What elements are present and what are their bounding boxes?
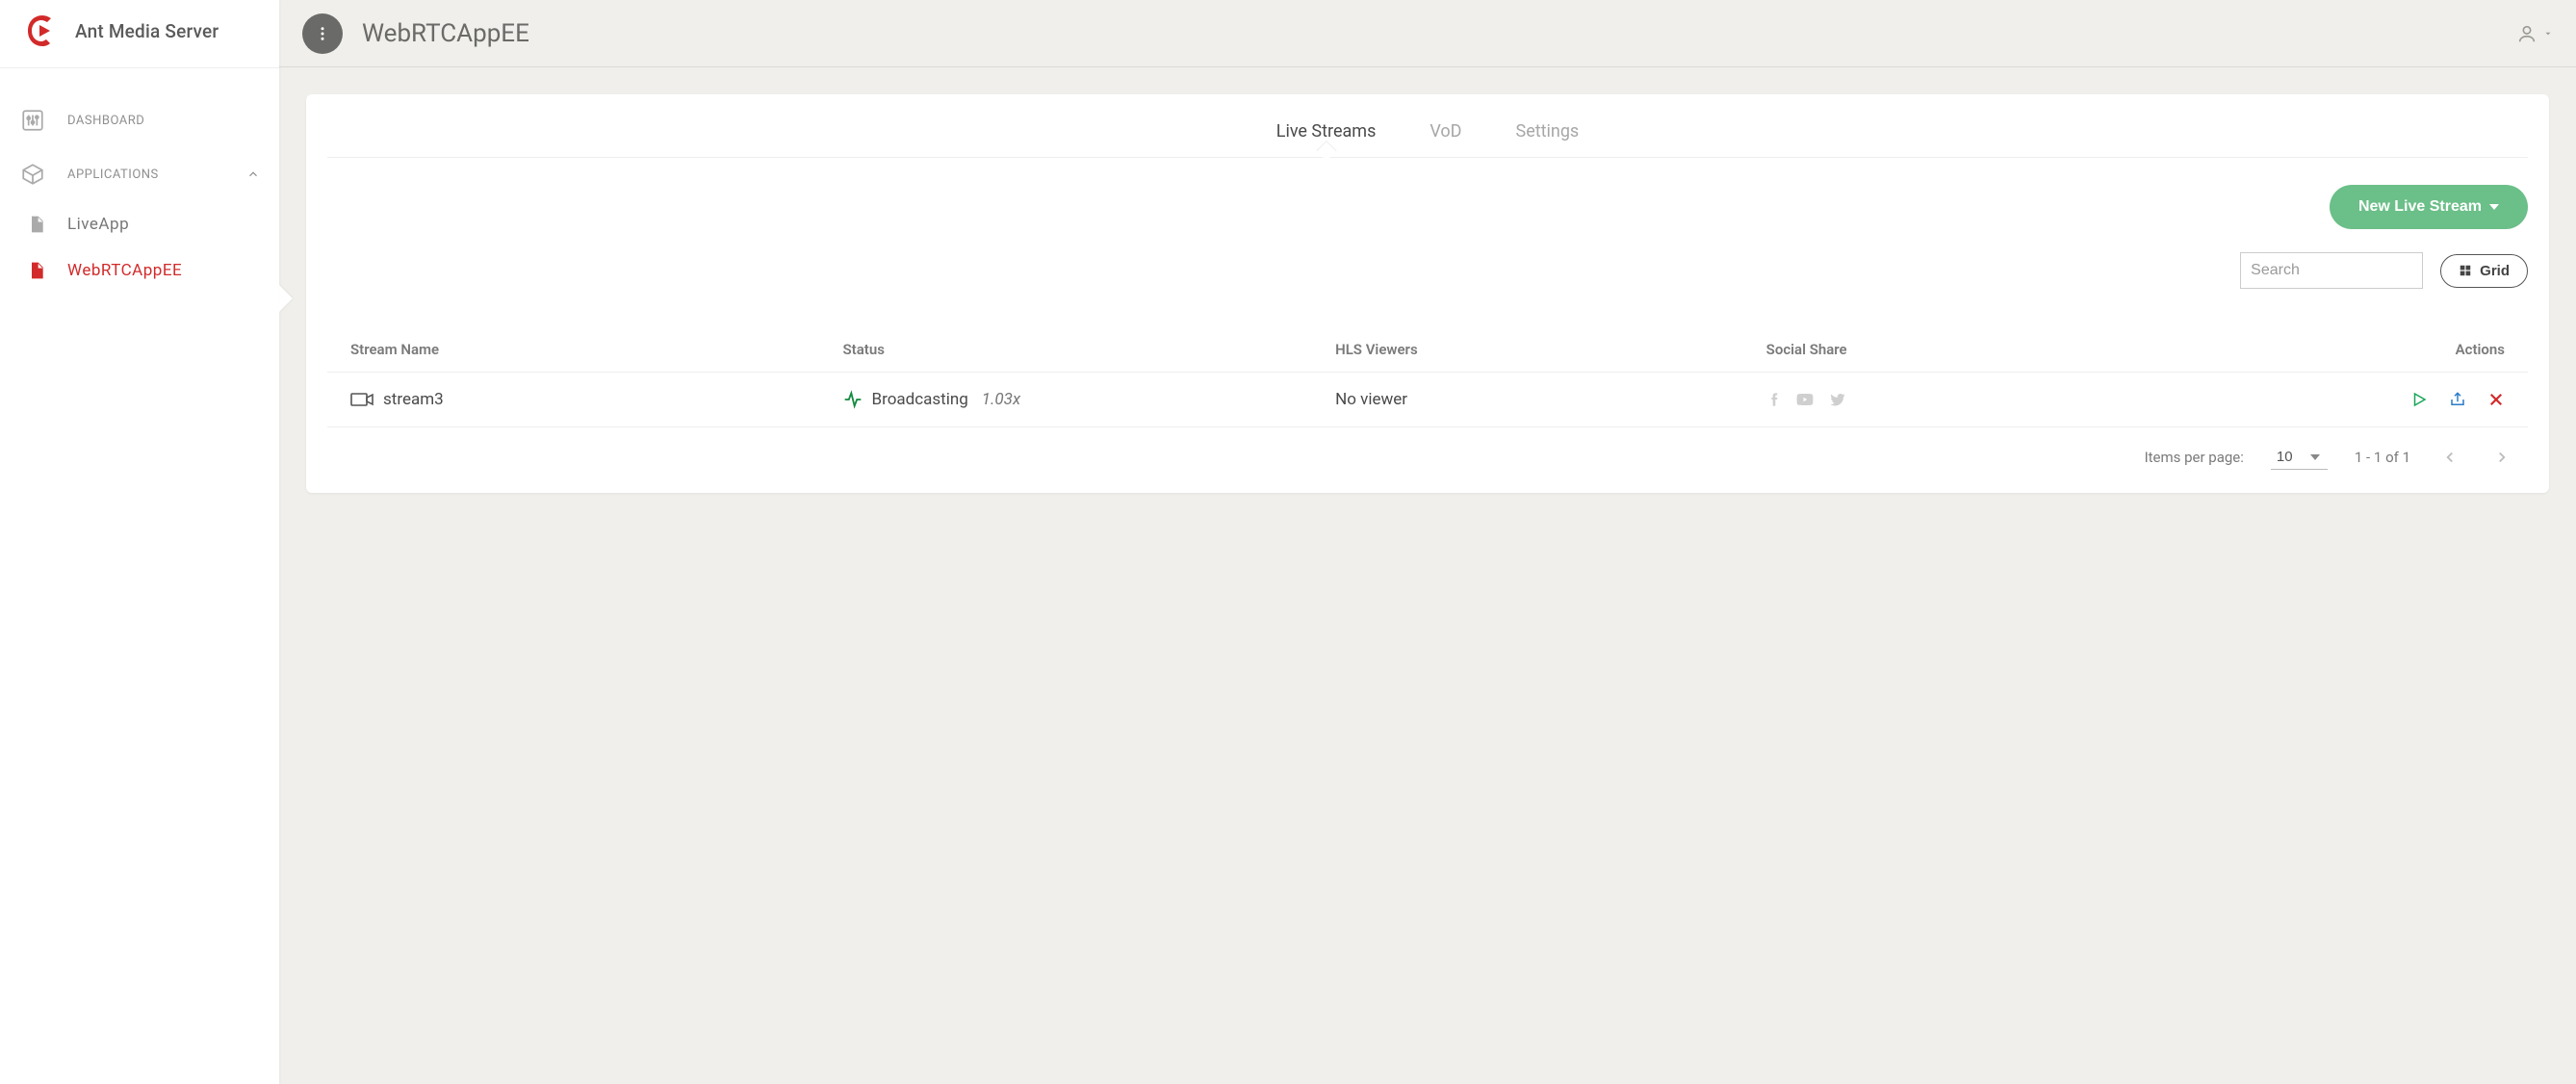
items-per-page-label: Items per page: (2145, 449, 2244, 466)
streams-table: Stream Name Status HLS Viewers Social Sh… (327, 327, 2528, 427)
facebook-icon[interactable] (1766, 391, 1782, 408)
sidebar-item-label: LiveApp (67, 215, 129, 234)
tab-vod[interactable]: VoD (1430, 121, 1461, 142)
new-live-stream-button[interactable]: New Live Stream (2330, 185, 2528, 229)
share-icon[interactable] (2449, 391, 2466, 408)
pager-next-button[interactable] (2489, 445, 2514, 470)
pager-prev-button[interactable] (2437, 445, 2462, 470)
cell-social-share (1766, 391, 2198, 408)
sidebar-item-liveapp[interactable]: LiveApp (23, 201, 260, 247)
user-icon (2516, 23, 2537, 44)
camera-icon (350, 390, 374, 409)
sidebar-item-applications[interactable]: APPLICATIONS (19, 147, 260, 201)
menu-button[interactable] (302, 13, 343, 54)
sidebar-item-dashboard[interactable]: DASHBOARD (19, 93, 260, 147)
cell-status: Broadcasting 1.03x (843, 390, 1336, 409)
col-stream-name: Stream Name (350, 341, 843, 358)
page-title: WebRTCAppEE (362, 19, 529, 48)
col-actions: Actions (2197, 341, 2505, 358)
sidebar-item-label: DASHBOARD (67, 114, 144, 128)
caret-down-icon (2543, 29, 2553, 39)
delete-icon[interactable] (2487, 391, 2505, 408)
tab-live-streams[interactable]: Live Streams (1276, 121, 1377, 142)
play-icon[interactable] (2410, 391, 2428, 408)
active-indicator-arrow (279, 285, 293, 312)
chevron-up-icon (246, 168, 260, 181)
twitter-icon[interactable] (1828, 391, 1847, 408)
table-row: stream3 Broadcasting 1.03x No viewer (327, 373, 2528, 427)
sidebar-nav: DASHBOARD APPLICATIONS (0, 86, 279, 301)
caret-down-icon (2489, 204, 2499, 210)
tab-settings[interactable]: Settings (1516, 121, 1580, 142)
search-input[interactable] (2240, 252, 2423, 289)
sidebar-header: Ant Media Server (0, 0, 279, 68)
tabs: Live Streams VoD Settings (327, 112, 2528, 158)
pager-range: 1 - 1 of 1 (2355, 449, 2410, 466)
grid-icon (2459, 264, 2472, 277)
cell-viewers: No viewer (1335, 390, 1766, 409)
sidebar: Ant Media Server DASHBOARD (0, 0, 279, 1084)
activity-icon (843, 390, 863, 409)
document-icon (23, 257, 50, 284)
chevron-left-icon (2441, 449, 2459, 466)
document-icon (23, 211, 50, 238)
brand-title: Ant Media Server (75, 20, 219, 42)
user-menu[interactable] (2516, 23, 2553, 44)
pager: Items per page: 10 1 - 1 of 1 (327, 445, 2528, 470)
grid-view-button[interactable]: Grid (2440, 254, 2528, 288)
col-social-share: Social Share (1766, 341, 2198, 358)
dots-vertical-icon (314, 25, 331, 42)
cell-actions (2197, 391, 2505, 408)
sidebar-item-label: APPLICATIONS (67, 168, 159, 182)
col-status: Status (843, 341, 1336, 358)
box-icon (19, 161, 46, 188)
logo-icon (23, 12, 62, 50)
sliders-icon (19, 107, 46, 134)
youtube-icon[interactable] (1795, 391, 1815, 408)
table-header: Stream Name Status HLS Viewers Social Sh… (327, 327, 2528, 373)
items-per-page-select[interactable]: 10 (2271, 445, 2328, 470)
topbar: WebRTCAppEE (279, 0, 2576, 67)
col-hls-viewers: HLS Viewers (1335, 341, 1766, 358)
cell-stream-name[interactable]: stream3 (350, 390, 843, 409)
main-card: Live Streams VoD Settings New Live Strea… (306, 94, 2549, 493)
chevron-right-icon (2493, 449, 2511, 466)
sidebar-item-label: WebRTCAppEE (67, 261, 182, 280)
sidebar-item-webrtcappee[interactable]: WebRTCAppEE (23, 247, 260, 294)
